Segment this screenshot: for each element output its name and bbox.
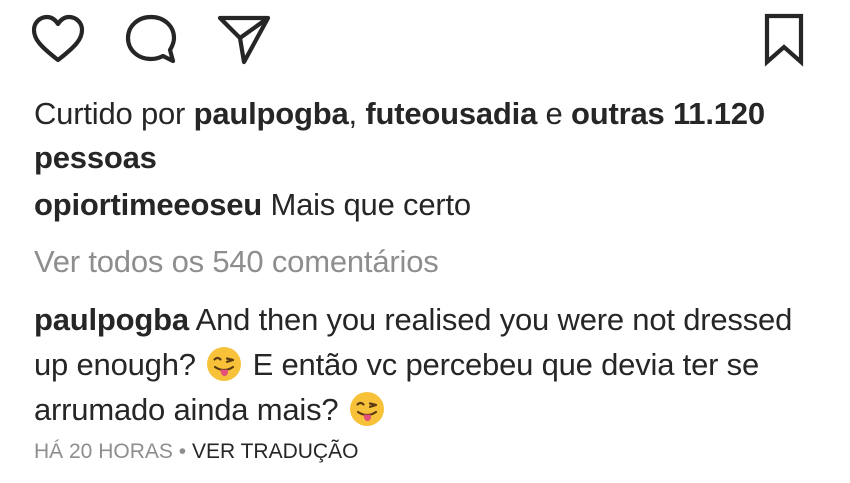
- bookmark-icon: [764, 13, 804, 67]
- action-bar: [30, 12, 812, 68]
- likes-prefix: Curtido por: [34, 96, 186, 131]
- like-button[interactable]: [30, 12, 86, 68]
- likes-separator: ,: [348, 96, 358, 131]
- liker-username-1[interactable]: paulpogba: [194, 96, 349, 131]
- caption-username[interactable]: opiortimeeoseu: [34, 187, 262, 222]
- liker-username-2[interactable]: futeousadia: [365, 96, 537, 131]
- view-all-comments-link[interactable]: Ver todos os 540 comentários: [34, 240, 810, 284]
- meta-dot: •: [178, 440, 187, 463]
- comment-meta: HÁ 20 HORAS • VER TRADUÇÃO: [34, 437, 358, 467]
- speech-bubble-icon: [125, 14, 177, 64]
- winking-face-with-tongue-icon: [349, 392, 384, 426]
- paper-plane-icon: [217, 15, 271, 65]
- save-button[interactable]: [756, 12, 812, 68]
- likes-summary: Curtido por paulpogba, futeousadia e out…: [34, 92, 810, 180]
- caption-text: Mais que certo: [270, 187, 471, 222]
- likes-conjunction: e: [545, 96, 563, 131]
- comment-button[interactable]: [122, 12, 178, 68]
- comment-timestamp: HÁ 20 HORAS: [34, 440, 173, 463]
- comment: paulpogba And then you realised you were…: [34, 297, 810, 432]
- share-button[interactable]: [216, 12, 272, 68]
- heart-icon: [31, 14, 85, 63]
- comment-username[interactable]: paulpogba: [34, 302, 189, 337]
- see-translation-link[interactable]: VER TRADUÇÃO: [192, 440, 358, 463]
- winking-face-with-tongue-icon: [207, 347, 242, 381]
- caption: opiortimeeoseu Mais que certo: [34, 183, 810, 227]
